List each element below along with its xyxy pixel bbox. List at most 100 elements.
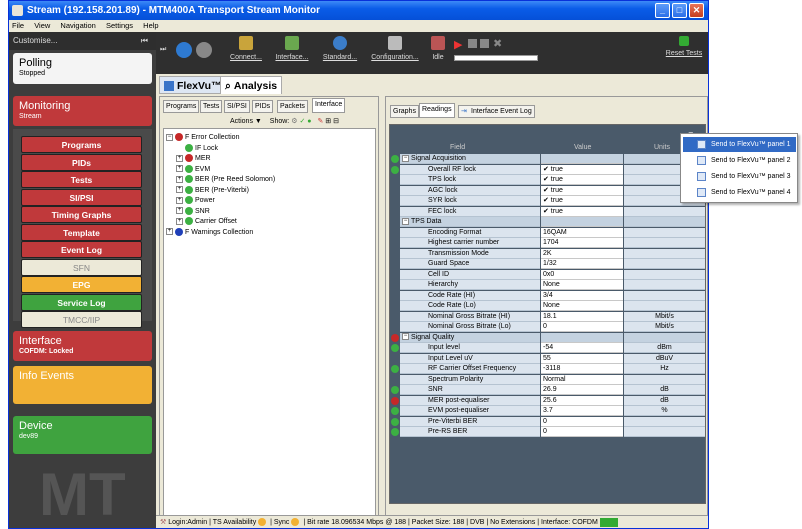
nav-item-pids[interactable]: PIDs [21,153,142,171]
grid-row[interactable]: TPS lock ✔ true [390,175,705,186]
expand-toggle-icon[interactable]: + [176,186,183,194]
grid-row[interactable]: RF Carrier Offset Frequency -3118 Hz [390,364,705,375]
close-button[interactable]: ✕ [689,3,704,18]
nav-item-sfn[interactable]: SFN [21,258,142,276]
expand-icon[interactable]: ⏭ [160,46,166,54]
grid-row[interactable]: Overall RF lock ✔ true [390,164,705,176]
collapse-icon[interactable]: ⏮ [141,32,148,50]
tree-node[interactable]: + F Warnings Collection [166,227,253,238]
maximize-button[interactable]: □ [672,3,687,18]
grid-row[interactable]: Code Rate (Lo) None [390,301,705,312]
connect-button[interactable]: Connect... [226,36,266,61]
tree-node[interactable]: + Power [176,196,215,206]
filter-icon[interactable]: ⚙ [291,118,297,125]
tree-node[interactable]: + BER (Pre Reed Solomon) [176,175,275,185]
tab-pids[interactable]: PIDs [252,100,274,113]
nav-item-programs[interactable]: Programs [21,136,142,153]
tab-interface-event-log[interactable]: ⇥ Interface Event Log [458,105,535,118]
menu-help[interactable]: Help [143,21,158,30]
tab-analysis[interactable]: ⌕ Analysis [220,76,283,94]
tree-node[interactable]: + MER [176,154,211,164]
minimize-button[interactable]: _ [655,3,670,18]
nav-item-epg[interactable]: EPG [21,276,142,293]
customise-bar[interactable]: Customise... ⏮ [9,32,156,50]
pin-icon[interactable]: ✎ [317,118,323,125]
expand-toggle-icon[interactable]: + [166,228,173,236]
tab-packets[interactable]: Packets [277,100,308,113]
grid-row[interactable]: Input Level uV 55 dBuV [390,353,705,365]
grid-row[interactable]: Highest carrier number 1704 [390,238,705,249]
group-toggle-icon[interactable]: − [402,154,409,162]
expand-toggle-icon[interactable]: + [176,154,183,162]
expand-toggle-icon[interactable]: + [176,196,183,204]
grid-row[interactable]: FEC lock ✔ true [390,206,705,218]
context-item-send-to-panel-3[interactable]: Send to FlexVu™ panel 3 [683,169,796,184]
tab-tests[interactable]: Tests [200,100,223,113]
grid-row[interactable]: Nominal Gross Bitrate (Lo) 0 Mbit/s [390,322,705,333]
grid-row[interactable]: Code Rate (HI) 3/4 [390,290,705,302]
grid-row[interactable]: MER post-equaliser 25.6 dB [390,395,705,407]
stop-icon[interactable] [468,39,477,48]
tree-node[interactable]: + BER (Pre-Viterbi) [176,185,249,196]
menu-navigation[interactable]: Navigation [60,21,95,30]
expand-toggle-icon[interactable]: + [176,207,183,215]
interface-panel[interactable]: Interface COFDM: Locked [13,331,152,361]
grid-row[interactable]: Nominal Gross Bitrate (HI) 18.1 Mbit/s [390,311,705,323]
grid-row[interactable]: SYR lock ✔ true [390,196,705,207]
reset-tests-button[interactable]: Reset Tests [664,36,704,57]
nav-item-si-psi[interactable]: SI/PSI [21,188,142,206]
polling-panel[interactable]: Polling Stopped [13,53,152,84]
tree-node[interactable]: +IF Lock [176,143,218,154]
group-toggle-icon[interactable]: − [402,333,409,341]
group-toggle-icon[interactable]: − [402,217,409,225]
expand-all-icon[interactable]: ⊞ [325,118,331,125]
tab-si-psi[interactable]: SI/PSI [224,100,250,113]
context-item-send-to-panel-2[interactable]: Send to FlexVu™ panel 2 [683,153,796,168]
context-item-send-to-panel-4[interactable]: Send to FlexVu™ panel 4 [683,185,796,200]
tab-programs[interactable]: Programs [163,100,200,113]
grid-row[interactable]: Guard Space 1/32 [390,259,705,270]
interface-button[interactable]: Interface... [272,36,312,61]
tab-interface[interactable]: Interface [312,98,346,113]
ok-icon[interactable]: ● [307,118,311,125]
grid-row[interactable]: Cell ID 0x0 [390,269,705,281]
expand-toggle-icon[interactable]: + [176,175,183,183]
grid-row[interactable]: Input level -54 dBm [390,343,705,354]
expand-toggle-icon[interactable]: − [166,133,173,141]
configuration-button[interactable]: Configuration... [368,36,422,61]
collapse-all-icon[interactable]: ⊟ [333,118,339,125]
menu-settings[interactable]: Settings [106,21,133,30]
nav-item-service-log[interactable]: Service Log [21,293,142,311]
tab-graphs[interactable]: Graphs [390,105,419,118]
tree-node[interactable]: − F Error Collection [166,133,239,143]
grid-row[interactable]: EVM post-equaliser 3.7% [390,406,705,417]
grid-row[interactable]: Spectrum Polarity Normal [390,374,705,386]
grid-row[interactable]: − Signal Acquisition [390,154,705,165]
tree-node[interactable]: + Carrier Offset [176,217,237,227]
grid-row[interactable]: Pre-RS BER 0 [390,427,705,438]
actions-menu[interactable]: Actions ▼ [230,118,262,125]
nav-item-template[interactable]: Template [21,223,142,241]
device-panel[interactable]: Device dev89 [13,416,152,454]
grid-row[interactable]: Encoding Format 16QAM [390,227,705,239]
tab-readings[interactable]: Readings [419,103,455,118]
grid-row[interactable]: Transmission Mode 2K [390,248,705,260]
nav-item-tmcc-iip[interactable]: TMCC/IIP [21,311,142,328]
tree-node[interactable]: + EVM [176,164,210,175]
grid-row[interactable]: Pre-Viterbi BER 0 [390,416,705,428]
standard-button[interactable]: Standard... [320,36,360,61]
info-events-panel[interactable]: Info Events [13,366,152,404]
menu-file[interactable]: File [12,21,24,30]
grid-row[interactable]: Hierarchy None [390,280,705,291]
grid-row[interactable]: − TPS Data [390,217,705,228]
context-item-send-to-panel-1[interactable]: Send to FlexVu™ panel 1 [683,137,796,152]
tree-node[interactable]: + SNR [176,206,210,217]
nav-item-event-log[interactable]: Event Log [21,241,142,258]
play-icon[interactable]: ▶ [454,38,462,51]
grid-row[interactable]: AGC lock ✔ true [390,185,705,197]
expand-toggle-icon[interactable]: + [176,217,183,225]
forward-icon[interactable] [196,42,212,58]
tab-flexvu[interactable]: FlexVu™ [159,76,227,94]
nav-item-tests[interactable]: Tests [21,171,142,188]
delete-icon[interactable]: ✖ [493,37,502,50]
